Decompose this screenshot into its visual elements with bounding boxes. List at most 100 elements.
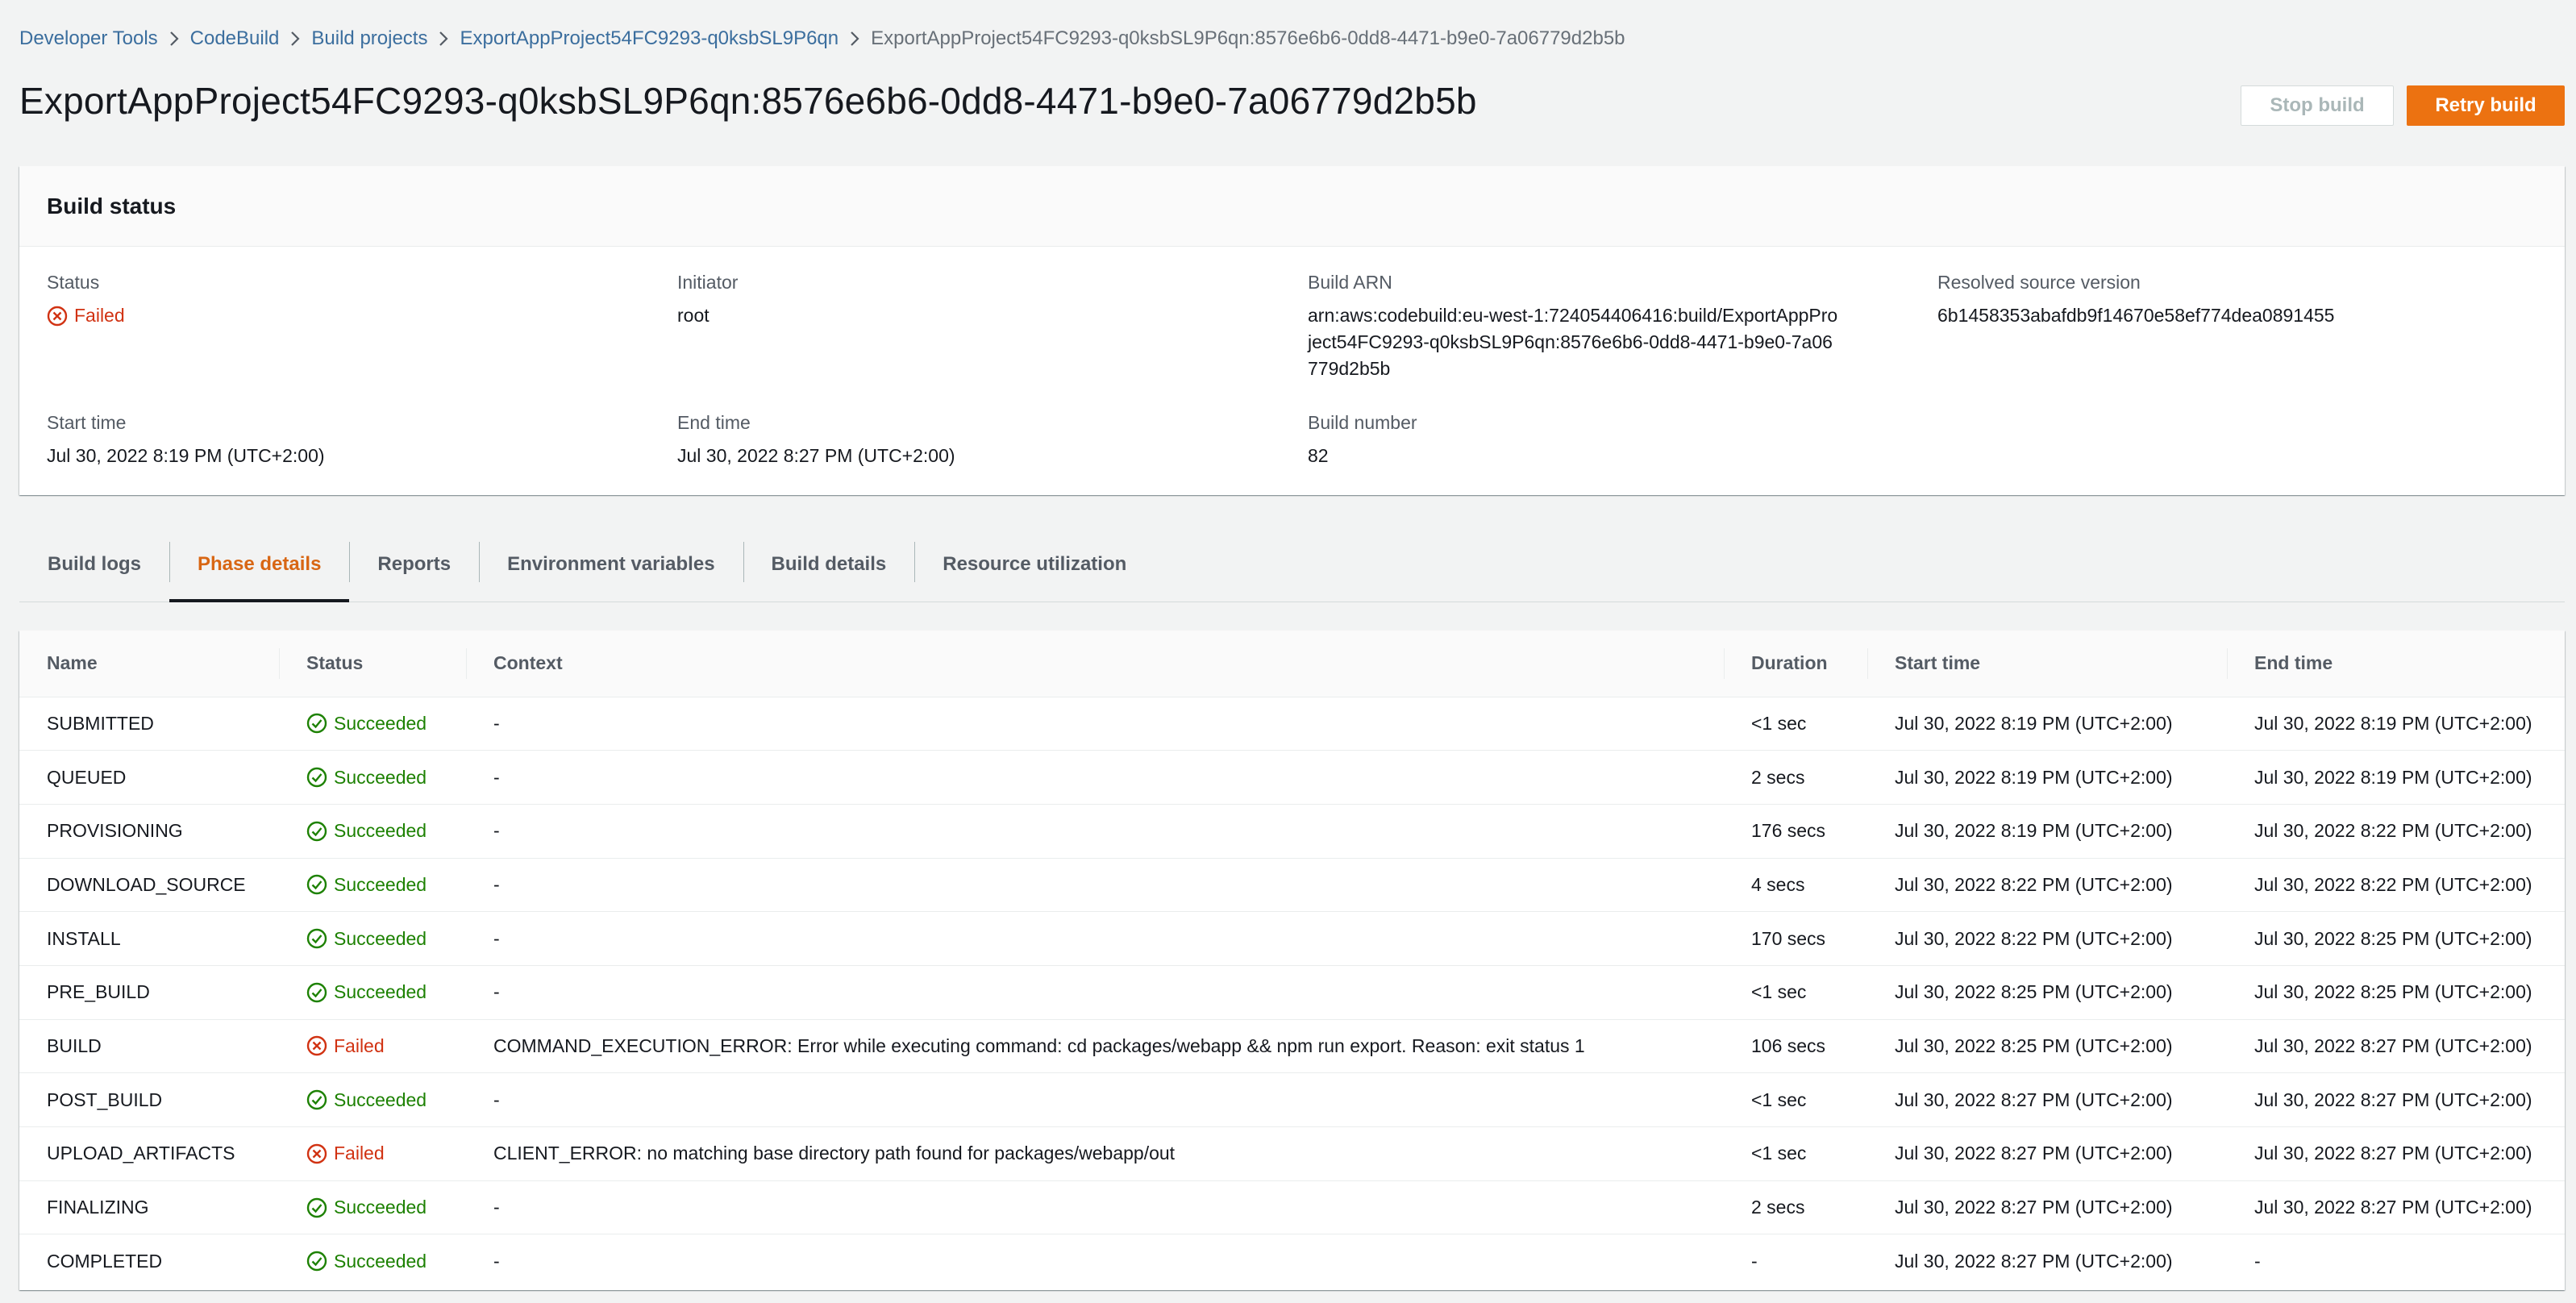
table-row: QUEUED Succeeded -2 secs Jul 30, 2022 8:19 … bbox=[19, 750, 2565, 805]
status-success-icon bbox=[306, 875, 327, 895]
phase-duration: 2 secs bbox=[1724, 1180, 1867, 1234]
phase-status-text: Succeeded bbox=[334, 1089, 427, 1110]
phase-status: Succeeded bbox=[279, 1072, 466, 1127]
phase-status: Succeeded bbox=[279, 911, 466, 966]
phase-end-time: Jul 30, 2022 8:27 PM (UTC+2:00) bbox=[2227, 1180, 2565, 1234]
tab-environment-variables[interactable]: Environment variables bbox=[479, 536, 743, 602]
breadcrumb-current: ExportAppProject54FC9293-q0ksbSL9P6qn:85… bbox=[871, 27, 1625, 49]
chevron-right-icon bbox=[279, 30, 311, 48]
status-success-icon bbox=[306, 1197, 327, 1218]
phase-context: - bbox=[466, 803, 1724, 859]
breadcrumb: Developer Tools CodeBuild Build projects… bbox=[19, 24, 1625, 53]
phase-end-time: Jul 30, 2022 8:19 PM (UTC+2:00) bbox=[2254, 712, 2532, 734]
phase-status: Succeeded bbox=[279, 750, 466, 805]
phase-status-text: Succeeded bbox=[334, 1250, 427, 1272]
phase-start-time: Jul 30, 2022 8:27 PM (UTC+2:00) bbox=[1867, 1234, 2227, 1288]
phase-duration: 4 secs bbox=[1724, 857, 1867, 912]
phase-status-text: Succeeded bbox=[334, 927, 427, 949]
build-status-header: Build status bbox=[19, 166, 2565, 247]
phase-start-time: Jul 30, 2022 8:27 PM (UTC+2:00) bbox=[1867, 1072, 2227, 1127]
phase-end-time: Jul 30, 2022 8:22 PM (UTC+2:00) bbox=[2227, 857, 2565, 912]
phase-start-time: Jul 30, 2022 8:27 PM (UTC+2:00) bbox=[1867, 1126, 2227, 1181]
start-time-field: Start time Jul 30, 2022 8:19 PM (UTC+2:0… bbox=[47, 410, 643, 469]
breadcrumb-developer-tools[interactable]: Developer Tools bbox=[19, 27, 158, 50]
phase-start-time: Jul 30, 2022 8:22 PM (UTC+2:00) bbox=[1867, 911, 2227, 966]
phase-context: - bbox=[466, 1234, 1724, 1288]
source-version-value: 6b1458353abafdb9f14670e58ef774dea0891455 bbox=[1937, 305, 2335, 326]
column-header-start-time: Start time bbox=[1867, 631, 2227, 697]
chevron-right-icon bbox=[839, 30, 871, 48]
phase-context: - bbox=[466, 1072, 1724, 1127]
table-row: SUBMITTED Succeeded - <1 sec Jul 30, 2022 8:… bbox=[19, 697, 2565, 751]
tab-phase-details[interactable]: Phase details bbox=[169, 536, 350, 602]
phase-status-text: Succeeded bbox=[334, 766, 427, 788]
phase-status: Failed bbox=[279, 1018, 466, 1073]
column-header-end-time: End time bbox=[2227, 631, 2565, 697]
chevron-right-icon bbox=[158, 30, 190, 48]
phase-duration: <1 sec bbox=[1724, 1072, 1867, 1127]
end-time-field: End time Jul 30, 2022 8:27 PM (UTC+2:00) bbox=[677, 410, 1274, 469]
tab-build-logs[interactable]: Build logs bbox=[19, 536, 169, 602]
phase-duration: 176 secs bbox=[1724, 803, 1867, 859]
build-number-field: Build number 82 bbox=[1308, 410, 1904, 469]
phase-status: Succeeded bbox=[279, 697, 466, 751]
build-arn-value: arn:aws:codebuild:eu-west-1:724054406416… bbox=[1308, 305, 1838, 379]
phase-end-time: Jul 30, 2022 8:27 PM (UTC+2:00) bbox=[2227, 1072, 2565, 1127]
phase-end-time: Jul 30, 2022 8:19 PM (UTC+2:00) bbox=[2227, 750, 2565, 805]
page-title: ExportAppProject54FC9293-q0ksbSL9P6qn:85… bbox=[19, 80, 1477, 122]
phase-status-text: Failed bbox=[334, 1034, 385, 1056]
table-row: DOWNLOAD_SOURCE Succeeded -4 secs Jul 30, 2… bbox=[19, 857, 2565, 912]
initiator-field: Initiator root bbox=[677, 269, 1274, 329]
phase-status-text: Succeeded bbox=[334, 820, 427, 842]
start-time-value: Jul 30, 2022 8:19 PM (UTC+2:00) bbox=[47, 445, 325, 466]
phase-context: - bbox=[493, 712, 500, 734]
stop-build-button[interactable]: Stop build bbox=[2241, 85, 2394, 126]
phase-start-time: Jul 30, 2022 8:19 PM (UTC+2:00) bbox=[1867, 750, 2227, 805]
table-row: PROVISIONING Succeeded -176 secs Jul 30, 20… bbox=[19, 803, 2565, 859]
phase-end-time: Jul 30, 2022 8:25 PM (UTC+2:00) bbox=[2227, 964, 2565, 1020]
phase-duration: - bbox=[1724, 1234, 1867, 1288]
breadcrumb-codebuild[interactable]: CodeBuild bbox=[190, 27, 280, 50]
phase-duration: <1 sec bbox=[1724, 1126, 1867, 1181]
breadcrumb-build-projects[interactable]: Build projects bbox=[311, 27, 427, 50]
retry-build-button[interactable]: Retry build bbox=[2407, 85, 2565, 126]
phase-context: - bbox=[466, 750, 1724, 805]
status-value: Failed bbox=[47, 302, 643, 329]
phase-context: COMMAND_EXECUTION_ERROR: Error while exe… bbox=[466, 1018, 1724, 1073]
phase-details-table-panel: Name Status Context Duration Start time … bbox=[19, 631, 2565, 1290]
status-success-icon bbox=[306, 982, 327, 1002]
tab-resource-utilization[interactable]: Resource utilization bbox=[914, 536, 1155, 602]
phase-duration: 170 secs bbox=[1724, 911, 1867, 966]
phase-start-time: Jul 30, 2022 8:25 PM (UTC+2:00) bbox=[1867, 964, 2227, 1020]
phase-start-time: Jul 30, 2022 8:25 PM (UTC+2:00) bbox=[1867, 1018, 2227, 1073]
phase-end-time: Jul 30, 2022 8:25 PM (UTC+2:00) bbox=[2227, 911, 2565, 966]
build-status-heading: Build status bbox=[47, 193, 177, 219]
table-row: PRE_BUILD Succeeded - <1 sec Jul 30, 2022 8:… bbox=[19, 964, 2565, 1020]
phase-start-time: Jul 30, 2022 8:22 PM (UTC+2:00) bbox=[1867, 857, 2227, 912]
status-success-icon bbox=[306, 714, 327, 734]
phase-status-text: Succeeded bbox=[334, 712, 427, 734]
start-time-label: Start time bbox=[47, 412, 127, 433]
phase-status: Failed bbox=[279, 1126, 466, 1181]
phase-duration: <1 sec bbox=[1751, 712, 1807, 734]
phase-end-time: - bbox=[2227, 1234, 2565, 1288]
build-arn-field: Build ARN arn:aws:codebuild:eu-west-1:72… bbox=[1308, 269, 1840, 382]
phase-end-time: Jul 30, 2022 8:27 PM (UTC+2:00) bbox=[2227, 1018, 2565, 1073]
phase-status: Succeeded bbox=[279, 1180, 466, 1234]
tab-reports[interactable]: Reports bbox=[349, 536, 479, 602]
phase-name: PROVISIONING bbox=[19, 803, 279, 859]
source-version-label: Resolved source version bbox=[1937, 272, 2141, 293]
phase-context: CLIENT_ERROR: no matching base directory… bbox=[466, 1126, 1724, 1181]
phase-end-time: Jul 30, 2022 8:27 PM (UTC+2:00) bbox=[2227, 1126, 2565, 1181]
phase-status: Succeeded bbox=[279, 803, 466, 859]
phase-details-table: Name Status Context Duration Start time … bbox=[19, 631, 2565, 1288]
phase-start-time: Jul 30, 2022 8:19 PM (UTC+2:00) bbox=[1867, 803, 2227, 859]
status-error-icon bbox=[306, 1143, 327, 1164]
tab-build-details[interactable]: Build details bbox=[743, 536, 915, 602]
end-time-value: Jul 30, 2022 8:27 PM (UTC+2:00) bbox=[677, 445, 955, 466]
build-status-fields: Status Failed Initiator root Build ARN a… bbox=[19, 247, 2565, 495]
column-header-status: Status bbox=[279, 631, 466, 697]
breadcrumb-project[interactable]: ExportAppProject54FC9293-q0ksbSL9P6qn bbox=[460, 27, 839, 50]
phase-status: Succeeded bbox=[279, 857, 466, 912]
phase-name: POST_BUILD bbox=[19, 1072, 279, 1127]
